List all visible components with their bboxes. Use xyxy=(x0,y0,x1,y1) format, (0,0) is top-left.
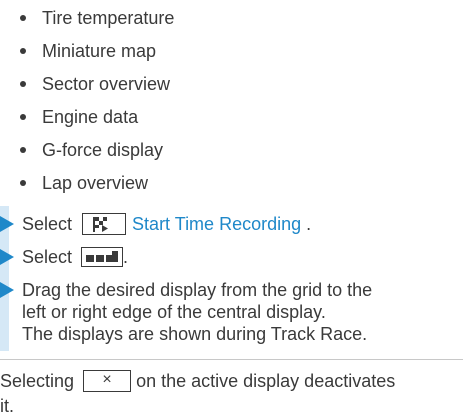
step-arrow-icon xyxy=(0,282,14,298)
step-prefix: Select xyxy=(22,247,73,267)
list-item-label: Engine data xyxy=(42,107,139,127)
step-suffix: . xyxy=(306,214,312,234)
step-arrow-icon xyxy=(0,249,14,265)
step-body: Select Start Time Recording . xyxy=(22,213,311,236)
step-suffix: . xyxy=(123,247,129,267)
step-arrow-icon xyxy=(0,216,14,232)
close-icon[interactable]: × xyxy=(83,370,132,393)
step-line: The displays are shown during Track Race… xyxy=(22,324,368,344)
bullet-dot xyxy=(20,147,26,153)
note-text-before: Selecting xyxy=(0,371,75,391)
list-item-label: Tire temperature xyxy=(42,8,175,28)
list-item-label: Sector overview xyxy=(42,74,171,94)
close-glyph: × xyxy=(102,371,112,389)
list-item-label: Miniature map xyxy=(42,41,157,61)
start-time-recording-link[interactable]: Start Time Recording xyxy=(132,214,301,234)
bullet-dot xyxy=(20,81,26,87)
list-item-label: Lap overview xyxy=(42,173,149,193)
checkered-flag-icon[interactable] xyxy=(82,213,127,236)
bullet-dot xyxy=(20,114,26,120)
step-line: Drag the desired display from the grid t… xyxy=(22,280,373,300)
deactivate-note: Selecting × on the active display deactiv… xyxy=(0,359,463,416)
step-line: left or right edge of the central displa… xyxy=(22,302,326,322)
step-prefix: Select xyxy=(22,214,73,234)
step-body: Select . xyxy=(22,246,128,268)
bullet-dot xyxy=(20,180,26,186)
bullet-dot xyxy=(20,15,26,21)
note-text-after: on the active display deactivates xyxy=(136,371,396,391)
step-body: Drag the desired display from the grid t… xyxy=(22,279,372,345)
note-line: Selecting × on the active display deactiv… xyxy=(0,370,395,393)
display-layout-icon[interactable] xyxy=(81,247,124,268)
bullet-dot xyxy=(20,48,26,54)
list-item-label: G-force display xyxy=(42,140,164,160)
note-line-wrap: it. xyxy=(0,396,15,416)
